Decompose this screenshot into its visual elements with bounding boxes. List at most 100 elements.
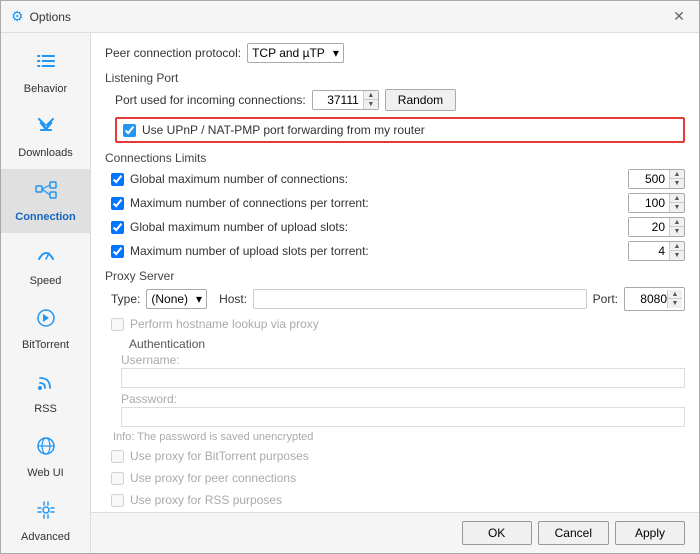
proxy-rss-label: Use proxy for RSS purposes [130,493,282,507]
conn-row-2: Global maximum number of upload slots: ▲… [111,217,685,237]
protocol-select[interactable]: TCP and µTP ▾ [247,43,344,63]
conn-input-0[interactable] [629,170,669,188]
conn-input-3[interactable] [629,242,669,260]
conn-spin-up-0[interactable]: ▲ [670,170,684,179]
proxy-port-spinbox[interactable]: ▲ ▼ [624,287,685,311]
username-row: Username: [121,353,685,390]
conn-spin-down-0[interactable]: ▼ [670,179,684,188]
downloads-icon [35,115,57,143]
connection-icon [35,179,57,207]
proxy-rss-row: Use proxy for RSS purposes [111,491,685,509]
username-input[interactable] [121,368,685,388]
sidebar-label-speed: Speed [30,275,62,287]
hostname-lookup-label: Perform hostname lookup via proxy [130,317,319,331]
sidebar-item-behavior[interactable]: Behavior [1,41,90,105]
proxy-bittorrent-row: Use proxy for BitTorrent purposes [111,447,685,465]
conn-row-0: Global maximum number of connections: ▲ … [111,169,685,189]
conn-spin-btns-1: ▲ ▼ [669,194,684,212]
sidebar-item-downloads[interactable]: Downloads [1,105,90,169]
port-spinbox[interactable]: ▲ ▼ [312,90,379,110]
port-spin-down[interactable]: ▼ [364,100,378,109]
password-row: Password: [121,392,685,429]
cancel-button[interactable]: Cancel [538,521,609,545]
password-label: Password: [121,392,685,406]
conn-row-3: Maximum number of upload slots per torre… [111,241,685,261]
proxy-peer-row: Use proxy for peer connections [111,469,685,487]
port-spin-up[interactable]: ▲ [364,91,378,100]
proxy-type-row: Type: (None) ▾ Host: Port: ▲ ▼ [111,287,685,311]
options-window: ⚙ Options ✕ Behavior [0,0,700,554]
proxy-bittorrent-label: Use proxy for BitTorrent purposes [130,449,309,463]
sidebar-item-rss[interactable]: RSS [1,361,90,425]
conn-spin-up-3[interactable]: ▲ [670,242,684,251]
conn-checkbox-1[interactable] [111,197,124,210]
conn-checkbox-0[interactable] [111,173,124,186]
proxy-host-label: Host: [219,292,247,306]
proxy-server-header: Proxy Server [105,269,685,283]
conn-label-0: Global maximum number of connections: [130,172,622,186]
proxy-type-chevron-icon: ▾ [196,292,202,306]
conn-spin-0[interactable]: ▲ ▼ [628,169,685,189]
sidebar-label-downloads: Downloads [18,147,72,159]
titlebar-left: ⚙ Options [11,8,71,25]
upnp-checkbox[interactable] [123,124,136,137]
conn-spin-down-3[interactable]: ▼ [670,251,684,260]
username-label: Username: [121,353,685,367]
proxy-bittorrent-checkbox[interactable] [111,450,124,463]
connections-header: Connections Limits [105,151,685,165]
proxy-rss-checkbox[interactable] [111,494,124,507]
conn-label-1: Maximum number of connections per torren… [130,196,622,210]
conn-checkbox-2[interactable] [111,221,124,234]
proxy-port-spin-btns: ▲ ▼ [667,290,682,308]
ok-button[interactable]: OK [462,521,532,545]
conn-checkbox-3[interactable] [111,245,124,258]
port-spin-buttons: ▲ ▼ [363,91,378,109]
sidebar-item-connection[interactable]: Connection [1,169,90,233]
proxy-content: Type: (None) ▾ Host: Port: ▲ ▼ [105,287,685,509]
proxy-peer-checkbox[interactable] [111,472,124,485]
auth-header: Authentication [129,337,685,351]
proxy-port-input[interactable] [627,292,667,306]
apply-button[interactable]: Apply [615,521,685,545]
close-button[interactable]: ✕ [669,7,689,27]
connections-list: Global maximum number of connections: ▲ … [105,169,685,261]
conn-spin-1[interactable]: ▲ ▼ [628,193,685,213]
port-input[interactable] [313,91,363,109]
conn-spin-btns-3: ▲ ▼ [669,242,684,260]
sidebar-label-connection: Connection [15,211,76,223]
info-text: Info: The password is saved unencrypted [113,431,685,443]
conn-spin-down-2[interactable]: ▼ [670,227,684,236]
sidebar-item-bittorrent[interactable]: BitTorrent [1,297,90,361]
conn-input-2[interactable] [629,218,669,236]
conn-spin-down-1[interactable]: ▼ [670,203,684,212]
proxy-port-spin-up[interactable]: ▲ [668,290,682,299]
chevron-down-icon: ▾ [333,46,339,60]
proxy-type-select[interactable]: (None) ▾ [146,289,207,309]
sidebar-label-rss: RSS [34,403,57,415]
conn-spin-up-1[interactable]: ▲ [670,194,684,203]
conn-spin-up-2[interactable]: ▲ [670,218,684,227]
protocol-value: TCP and µTP [252,46,325,60]
random-button[interactable]: Random [385,89,456,111]
proxy-port-spin-down[interactable]: ▼ [668,299,682,308]
proxy-host-input[interactable] [253,289,587,309]
listening-port-header: Listening Port [105,71,685,85]
port-row: Port used for incoming connections: ▲ ▼ … [115,89,685,111]
password-input[interactable] [121,407,685,427]
sidebar-item-advanced[interactable]: Advanced [1,489,90,553]
conn-spin-2[interactable]: ▲ ▼ [628,217,685,237]
sidebar-item-speed[interactable]: Speed [1,233,90,297]
conn-input-1[interactable] [629,194,669,212]
hostname-lookup-checkbox[interactable] [111,318,124,331]
conn-row-1: Maximum number of connections per torren… [111,193,685,213]
conn-spin-3[interactable]: ▲ ▼ [628,241,685,261]
proxy-port-label: Port: [593,292,618,306]
proxy-peer-label: Use proxy for peer connections [130,471,296,485]
auth-fields: Username: Password: [111,353,685,429]
sidebar-item-webui[interactable]: Web UI [1,425,90,489]
hostname-lookup-row: Perform hostname lookup via proxy [111,315,685,333]
webui-icon [35,435,57,463]
bottom-bar: OK Cancel Apply [91,512,699,553]
protocol-row: Peer connection protocol: TCP and µTP ▾ [105,43,685,63]
sidebar-label-behavior: Behavior [24,83,67,95]
